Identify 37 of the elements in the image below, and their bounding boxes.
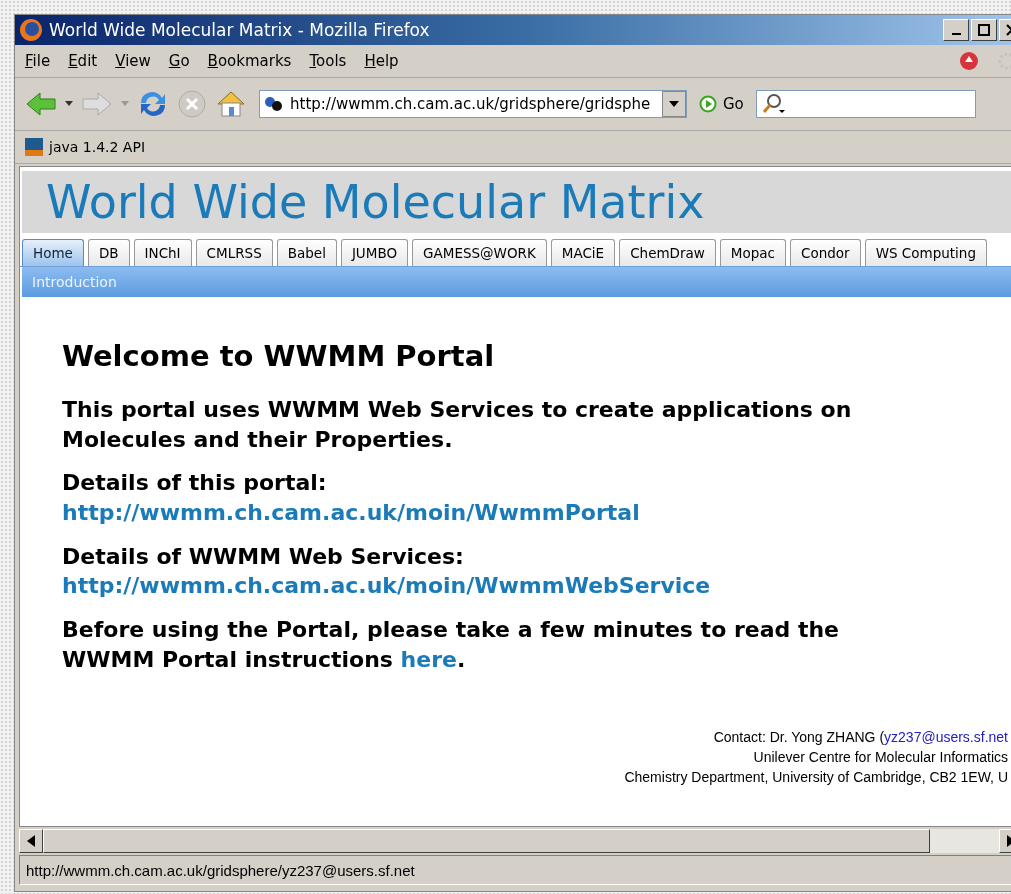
menu-item[interactable]: View	[115, 52, 151, 70]
paragraph: Before using the Portal, please take a few minutes to read the WWMM Portal instructions here.	[62, 616, 841, 674]
site-title: World Wide Molecular Matrix	[46, 175, 705, 229]
page-heading: Welcome to WWMM Portal	[62, 339, 496, 373]
paragraph: Details of this portal:	[62, 469, 328, 498]
email-link[interactable]: yz237@users.sf.net	[884, 728, 1008, 745]
nav-tab[interactable]: GAMESS@WORK	[412, 239, 547, 266]
footer-text: Chemistry Department, University of Cambridge, CB2 1EW, U	[624, 767, 1008, 787]
menu-item[interactable]: Go	[168, 52, 190, 70]
paragraph: Details of WWMM Web Services:	[62, 542, 465, 571]
nav-tab[interactable]: Babel	[276, 239, 337, 266]
nav-tab[interactable]: WS Computing	[864, 239, 987, 266]
nav-tab[interactable]: ChemDraw	[619, 239, 716, 266]
bookmark-item[interactable]: java 1.4.2 API	[25, 138, 145, 156]
nav-tab[interactable]: Mopac	[719, 239, 787, 266]
link[interactable]: http://wwmm.ch.cam.ac.uk/moin/WwmmWebService	[62, 571, 711, 602]
nav-tab[interactable]: Home	[22, 239, 84, 266]
menu-item[interactable]: File	[25, 52, 51, 70]
go-button[interactable]: Go	[695, 95, 748, 113]
nav-tab[interactable]: MACiE	[550, 239, 616, 266]
nav-tab[interactable]: CMLRSS	[195, 239, 273, 266]
link[interactable]: here	[400, 646, 457, 672]
window-title: World Wide Molecular Matrix - Mozilla Firefox	[49, 20, 430, 40]
menu-item[interactable]: Help	[364, 52, 399, 70]
nav-tab[interactable]: INChI	[133, 239, 192, 266]
menu-item[interactable]: Edit	[68, 52, 98, 70]
nav-tab[interactable]: JUMBO	[340, 239, 409, 266]
status-text: http://wwmm.ch.cam.ac.uk/gridsphere/yz237@users.sf.net	[26, 861, 415, 879]
footer-text: Contact: Dr. Yong ZHANG (yz237@users.sf.net	[713, 727, 1008, 747]
footer-text: Unilever Centre for Molecular Informatics	[753, 747, 1008, 767]
nav-tab[interactable]: Condor	[790, 239, 861, 266]
address-field[interactable]: http://wwmm.ch.cam.ac.uk/gridsphere/gridsphe	[259, 90, 687, 118]
nav-tab[interactable]: DB	[87, 239, 130, 266]
paragraph: This portal uses WWMM Web Services to create applications on Molecules and their Properties.	[62, 396, 853, 454]
menu-item[interactable]: Bookmarks	[207, 52, 292, 70]
menu-item[interactable]: Tools	[309, 52, 347, 70]
link[interactable]: http://wwmm.ch.cam.ac.uk/moin/WwmmPortal	[62, 498, 640, 528]
